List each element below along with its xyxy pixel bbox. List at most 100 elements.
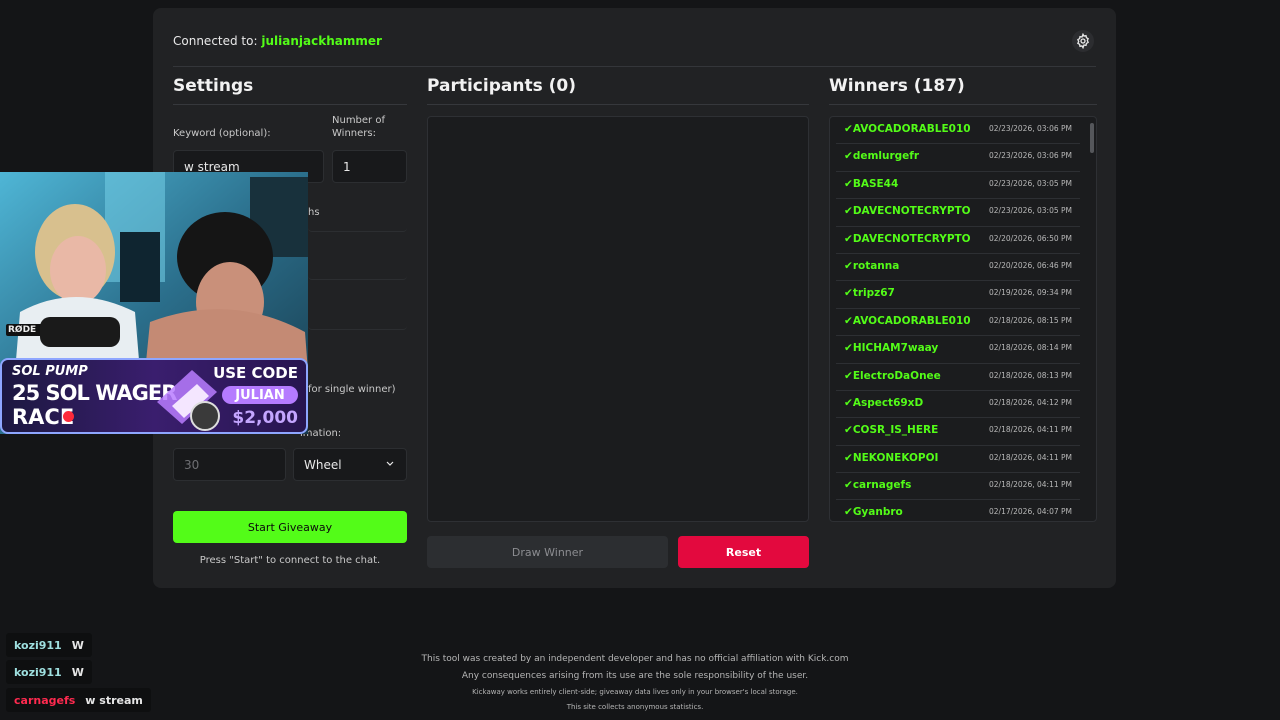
promo-use-code: USE CODE xyxy=(213,364,298,382)
winner-name: ✔NEKONEKOPOI xyxy=(844,452,938,464)
winner-name: ✔Aspect69xD xyxy=(844,397,923,409)
winner-date: 02/17/2026, 04:07 PM xyxy=(989,507,1072,517)
winner-date: 02/18/2026, 04:11 PM xyxy=(989,425,1072,435)
settings-title: Settings xyxy=(173,76,254,96)
checkmark-icon: ✔ xyxy=(844,369,853,382)
winner-date: 02/20/2026, 06:46 PM xyxy=(989,260,1072,270)
number-of-winners-label: Number of Winners: xyxy=(332,114,385,140)
winner-name-text: DAVECNOTECRYPTO xyxy=(852,205,971,218)
winner-row: ✔tripz67 02/19/2026, 09:34 PM xyxy=(836,281,1080,309)
winner-name-text: demlurgefr xyxy=(852,150,920,163)
settings-gear-button[interactable] xyxy=(1072,30,1094,52)
winners-divider xyxy=(829,104,1097,105)
winner-name-text: AVOCADORABLE010 xyxy=(852,123,971,135)
winner-name-text: rotanna xyxy=(852,259,900,272)
number-of-winners-input[interactable]: 1 xyxy=(332,150,407,183)
winner-name: ✔BASE44 xyxy=(844,178,898,190)
winner-row: ✔AVOCADORABLE010 02/18/2026, 08:15 PM xyxy=(836,309,1080,337)
top-bar: Connected to: julianjackhammer xyxy=(173,8,1096,67)
promo-amount: $2,000 xyxy=(232,408,298,428)
winner-name: ✔HICHAM7waay xyxy=(844,342,938,354)
winner-row: ✔NEKONEKOPOI 02/18/2026, 04:11 PM xyxy=(836,446,1080,474)
winners-list[interactable]: ✔AVOCADORABLE010 02/23/2026, 03:06 PM ✔dem… xyxy=(829,116,1097,522)
winner-date: 02/20/2026, 06:50 PM xyxy=(989,233,1072,243)
winner-row: ✔demlurgefr 02/23/2026, 03:06 PM xyxy=(836,144,1080,172)
winner-name: ✔AVOCADORABLE010 xyxy=(844,123,971,135)
checkmark-icon: ✔ xyxy=(844,177,853,190)
reset-button[interactable]: Reset xyxy=(678,536,809,568)
winner-date: 02/23/2026, 03:06 PM xyxy=(989,151,1072,161)
winner-name-text: BASE44 xyxy=(852,177,899,190)
checkmark-icon: ✔ xyxy=(844,150,853,163)
participants-title: Participants (0) xyxy=(427,76,576,96)
winner-name: ✔COSR_IS_HERE xyxy=(844,424,938,436)
mic-brand-label: RØDE xyxy=(8,325,37,335)
checkmark-icon: ✔ xyxy=(844,287,853,300)
winner-row: ✔Gyanbro 02/17/2026, 04:07 PM xyxy=(836,500,1080,521)
winner-date: 02/18/2026, 04:11 PM xyxy=(989,452,1072,462)
checkmark-icon: ✔ xyxy=(844,479,853,492)
winner-row: ✔Aspect69xD 02/18/2026, 04:12 PM xyxy=(836,391,1080,419)
footer-disclaimer: This tool was created by an independent … xyxy=(421,654,849,664)
winner-name: ✔ElectroDaOnee xyxy=(844,370,941,382)
winner-date: 02/18/2026, 04:12 PM xyxy=(989,397,1072,407)
hidden-field-2[interactable] xyxy=(308,270,407,280)
winner-row: ✔carnagefs 02/18/2026, 04:11 PM xyxy=(836,473,1080,501)
winner-name-text: DAVECNOTECRYPTO xyxy=(852,232,971,245)
winner-date: 02/19/2026, 09:34 PM xyxy=(989,288,1072,298)
animation-select-value: Wheel xyxy=(304,457,342,472)
winner-name-text: ElectroDaOnee xyxy=(852,369,941,382)
start-giveaway-button[interactable]: Start Giveaway xyxy=(173,511,407,543)
participants-divider xyxy=(427,104,809,105)
winner-name-text: Aspect69xD xyxy=(852,396,924,409)
winner-row: ✔rotanna 02/20/2026, 06:46 PM xyxy=(836,254,1080,282)
checkmark-icon: ✔ xyxy=(844,396,853,409)
footer-storage-note: Kickaway works entirely client-side; giv… xyxy=(472,688,798,696)
checkmark-icon: ✔ xyxy=(844,259,853,272)
winner-date: 02/23/2026, 03:05 PM xyxy=(989,178,1072,188)
winner-name: ✔demlurgefr xyxy=(844,150,919,162)
participants-list[interactable] xyxy=(427,116,809,522)
winner-name: ✔Gyanbro xyxy=(844,506,903,518)
animation-select[interactable]: Wheel xyxy=(293,448,407,481)
connected-username: julianjackhammer xyxy=(261,34,382,48)
promo-brand: SOL PUMP xyxy=(12,364,88,379)
checkmark-icon: ✔ xyxy=(844,342,853,355)
hidden-field-3[interactable] xyxy=(308,320,407,330)
promo-code: JULIAN xyxy=(222,386,298,404)
winners-title: Winners (187) xyxy=(829,76,965,96)
winner-name: ✔tripz67 xyxy=(844,287,895,299)
winners-rows: ✔AVOCADORABLE010 02/23/2026, 03:06 PM ✔dem… xyxy=(830,117,1096,521)
winner-name-text: HICHAM7waay xyxy=(852,342,939,355)
winner-name-text: tripz67 xyxy=(852,287,895,300)
winner-name-text: carnagefs xyxy=(852,479,912,492)
winner-date: 02/18/2026, 08:15 PM xyxy=(989,315,1072,325)
winner-name-text: Gyanbro xyxy=(852,506,903,519)
gear-icon xyxy=(1077,33,1089,49)
winner-name: ✔rotanna xyxy=(844,260,899,272)
winner-row: ✔DAVECNOTECRYPTO 02/20/2026, 06:50 PM xyxy=(836,227,1080,254)
live-dot-icon xyxy=(63,411,74,422)
chevron-down-icon xyxy=(386,461,394,466)
checkmark-icon: ✔ xyxy=(844,123,853,135)
winner-row: ✔ElectroDaOnee 02/18/2026, 08:13 PM xyxy=(836,364,1080,391)
winner-name-text: AVOCADORABLE010 xyxy=(852,314,971,327)
winner-row: ✔DAVECNOTECRYPTO 02/23/2026, 03:05 PM xyxy=(836,199,1080,227)
checkmark-icon: ✔ xyxy=(844,314,853,327)
partial-option-label: hs xyxy=(308,207,320,218)
single-winner-note: for single winner) xyxy=(308,384,396,395)
winner-date: 02/18/2026, 08:14 PM xyxy=(989,343,1072,353)
chat-text: W xyxy=(71,638,84,652)
draw-winner-button[interactable]: Draw Winner xyxy=(427,536,668,568)
winner-name-text: NEKONEKOPOI xyxy=(852,451,939,464)
winner-name: ✔DAVECNOTECRYPTO xyxy=(844,205,971,217)
winner-row: ✔AVOCADORABLE010 02/23/2026, 03:06 PM xyxy=(836,117,1080,145)
duration-input[interactable]: 30 xyxy=(173,448,286,481)
promo-banner: SOL PUMP 25 SOL WAGER RACE USE CODE JULI… xyxy=(0,358,308,434)
hidden-field-1[interactable] xyxy=(308,222,407,232)
settings-divider xyxy=(173,104,407,105)
chat-username: kozi911 xyxy=(14,638,62,652)
winner-row: ✔COSR_IS_HERE 02/18/2026, 04:11 PM xyxy=(836,418,1080,446)
winners-scrollbar[interactable] xyxy=(1090,123,1094,153)
checkmark-icon: ✔ xyxy=(844,424,853,437)
